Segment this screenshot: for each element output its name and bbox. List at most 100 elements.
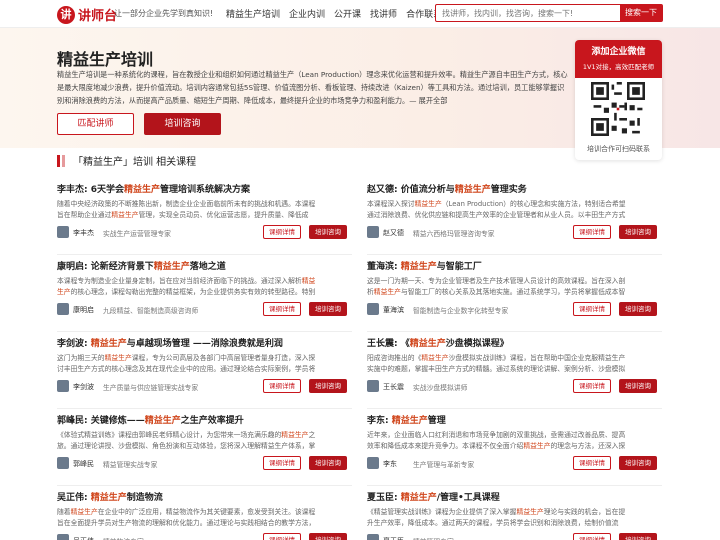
teacher-name[interactable]: 李丰杰 (73, 228, 94, 238)
course-title[interactable]: 赵又德: 价值流分析与精益生产管理实务 (367, 182, 632, 195)
hero-description: 精益生产培训是一种系统化的课程，旨在教授企业和组织如何通过精益生产（Lean P… (57, 70, 568, 105)
nav-item-find-teacher[interactable]: 找讲师 (370, 7, 397, 20)
course-title[interactable]: 郭峰民: 关键修炼——精益生产之生产效率提升 (57, 413, 322, 426)
course-title[interactable]: 李丰杰: 6天学会精益生产管理培训系统解决方案 (57, 182, 322, 195)
teacher-avatar[interactable] (367, 457, 379, 469)
course-consult-button[interactable]: 培训咨询 (619, 302, 657, 316)
course-outline-button[interactable]: 课纲详情 (573, 533, 611, 540)
course-title-highlight: 精益生产 (400, 493, 437, 503)
course-title[interactable]: 夏玉臣: 精益生产/管理•工具课程 (367, 490, 632, 503)
course-consult-button[interactable]: 培训咨询 (309, 302, 347, 316)
teacher-avatar[interactable] (367, 534, 379, 540)
card-divider (57, 331, 352, 332)
search-input[interactable] (436, 5, 622, 21)
course-description: 《体验式精益训练》课程由郭峰民老师精心设计，为您带来一场充满乐趣的精益生产之旅。… (57, 430, 322, 452)
teacher-name[interactable]: 李东 (383, 459, 397, 469)
teacher-name[interactable]: 李剑波 (73, 382, 94, 392)
course-footer: 吴正伟 精益物流专家 课纲详情 培训咨询 (57, 533, 347, 540)
course-card[interactable]: 李东: 精益生产管理 近年来，企业面临人口红利消退和市场竞争加剧的双重挑战，亟需通… (367, 413, 657, 471)
teacher-name[interactable]: 夏玉臣 (383, 536, 404, 540)
course-outline-button[interactable]: 课纲详情 (573, 302, 611, 316)
course-consult-button[interactable]: 培训咨询 (309, 379, 347, 393)
course-card[interactable]: 康明启: 论新经济背景下精益生产落地之道本课程专为制造业企业量身定制，旨在应对当… (57, 259, 347, 317)
course-card[interactable]: 吴正伟: 精益生产制造物流 随着精益生产在企业中的广泛应用，精益物流作为其关键要素… (57, 490, 347, 540)
course-title[interactable]: 李东: 精益生产管理 (367, 413, 632, 426)
course-title[interactable]: 李剑波: 精益生产与卓越现场管理 ——消除浪费就是利润 (57, 336, 322, 349)
teacher-name[interactable]: 郭峰民 (73, 459, 94, 469)
teacher-name[interactable]: 王长震 (383, 382, 404, 392)
course-consult-button[interactable]: 培训咨询 (309, 225, 347, 239)
course-title[interactable]: 康明启: 论新经济背景下精益生产落地之道 (57, 259, 322, 272)
teacher-avatar[interactable] (57, 226, 69, 238)
course-consult-button[interactable]: 培训咨询 (309, 456, 347, 470)
course-outline-button[interactable]: 课纲详情 (263, 302, 301, 316)
course-outline-button[interactable]: 课纲详情 (263, 225, 301, 239)
wechat-qr-card: 添加企业微信 1V1对接，高效匹配老师 培训合作可扫码联系 (575, 40, 662, 160)
teacher-avatar[interactable] (57, 303, 69, 315)
course-desc-prefix: 随着 (57, 508, 71, 516)
course-outline-button[interactable]: 课纲详情 (573, 379, 611, 393)
course-consult-button[interactable]: 培训咨询 (619, 225, 657, 239)
search-button[interactable]: 搜索一下 (620, 4, 662, 22)
course-desc-highlight: 精益生产 (421, 354, 449, 362)
course-card[interactable]: 王长震: 《精益生产沙盘模拟课程》阳成咨询推出的《精益生产沙盘模拟实战训练》课程… (367, 336, 657, 394)
course-title-highlight: 精益生产 (391, 416, 428, 426)
card-divider (367, 331, 662, 332)
course-card[interactable]: 赵又德: 价值流分析与精益生产管理实务 本课程深入探讨精益生产（Lean Prod… (367, 182, 657, 240)
card-divider (367, 408, 662, 409)
teacher-title: 精益管理专家 (413, 536, 454, 540)
logo-text: 讲师台 (78, 9, 118, 24)
course-title[interactable]: 董海滨: 精益生产与智能工厂 (367, 259, 632, 272)
course-card[interactable]: 李剑波: 精益生产与卓越现场管理 ——消除浪费就是利润 这门为期三天的精益生产课程… (57, 336, 347, 394)
teacher-avatar[interactable] (367, 226, 379, 238)
teacher-name[interactable]: 康明启 (73, 305, 94, 315)
course-title-highlight: 精益生产 (409, 339, 446, 349)
course-card[interactable]: 夏玉臣: 精益生产/管理•工具课程 《精益管理实战训练》课程为企业提供了深入掌握精… (367, 490, 657, 540)
course-desc-prefix: 《体验式精益训练》课程由郭峰民老师精心设计，为您带来一场充满乐趣的 (57, 431, 282, 439)
course-card[interactable]: 董海滨: 精益生产与智能工厂 这是一门为期一天、专为企业管理者及生产技术管理人员设… (367, 259, 657, 317)
match-teacher-button[interactable]: 匹配讲师 (57, 113, 134, 135)
card-divider (57, 254, 352, 255)
course-card[interactable]: 郭峰民: 关键修炼——精益生产之生产效率提升《体验式精益训练》课程由郭峰民老师精… (57, 413, 347, 471)
top-bar: 讲 讲师台 让一部分企业先学到真知识! 精益生产培训 企业内训 公开课 找讲师 … (0, 0, 720, 28)
course-title[interactable]: 吴正伟: 精益生产制造物流 (57, 490, 322, 503)
nav-item-public-course[interactable]: 公开课 (334, 7, 361, 20)
qr-header: 添加企业微信 1V1对接，高效匹配老师 (575, 40, 662, 78)
qr-title: 添加企业微信 (591, 47, 646, 57)
course-description: 随着中央经济政策的不断推陈出新，制造企业企业面临前所未有的挑战和机遇。本课程旨在… (57, 199, 322, 221)
teacher-title: 精益管理实战专家 (103, 461, 158, 469)
card-divider (57, 485, 352, 486)
course-desc-highlight: 精益生产 (523, 442, 551, 450)
teacher-avatar[interactable] (57, 534, 69, 540)
teacher-avatar[interactable] (57, 457, 69, 469)
teacher-name[interactable]: 董海滨 (383, 305, 404, 315)
course-consult-button[interactable]: 培训咨询 (309, 533, 347, 540)
course-outline-button[interactable]: 课纲详情 (263, 456, 301, 470)
teacher-name[interactable]: 赵又德 (383, 228, 404, 238)
course-description: 本课程专为制造业企业量身定制，旨在应对当前经济面临下的挑战。通过深入解析精益生产… (57, 276, 322, 298)
section-title: 「精益生产」培训 相关课程 (73, 157, 197, 168)
nav-item-inhouse[interactable]: 企业内训 (289, 7, 325, 20)
course-outline-button[interactable]: 课纲详情 (263, 533, 301, 540)
course-outline-button[interactable]: 课纲详情 (263, 379, 301, 393)
course-card[interactable]: 李丰杰: 6天学会精益生产管理培训系统解决方案随着中央经济政策的不断推陈出新，制… (57, 182, 347, 240)
course-consult-button[interactable]: 培训咨询 (619, 533, 657, 540)
course-desc-highlight: 精益生产 (373, 288, 401, 296)
course-consult-button[interactable]: 培训咨询 (619, 379, 657, 393)
logo[interactable]: 讲 讲师台 (57, 5, 117, 24)
course-desc-suffix: 与智能工厂的核心关系及其落地实施。通过系统学习，学员将掌握低成本智能工厂的 (400, 288, 626, 296)
course-desc-highlight: 精益生产 (516, 508, 544, 516)
main-nav: 精益生产培训 企业内训 公开课 找讲师 合作联系 (226, 7, 451, 20)
course-outline-button[interactable]: 课纲详情 (573, 456, 611, 470)
training-consult-button[interactable]: 培训咨询 (144, 113, 221, 135)
course-description: 阳成咨询推出的《精益生产沙盘模拟实战训练》课程，旨在帮助中国企业克服精益生产实施… (367, 353, 632, 375)
course-outline-button[interactable]: 课纲详情 (573, 225, 611, 239)
teacher-name[interactable]: 吴正伟 (73, 536, 94, 540)
teacher-avatar[interactable] (57, 380, 69, 392)
course-title[interactable]: 王长震: 《精益生产沙盘模拟课程》 (367, 336, 632, 349)
teacher-avatar[interactable] (367, 380, 379, 392)
course-consult-button[interactable]: 培训咨询 (619, 456, 657, 470)
teacher-title: 精益物流专家 (103, 536, 144, 540)
nav-item-lean-training[interactable]: 精益生产培训 (226, 7, 280, 20)
teacher-avatar[interactable] (367, 303, 379, 315)
